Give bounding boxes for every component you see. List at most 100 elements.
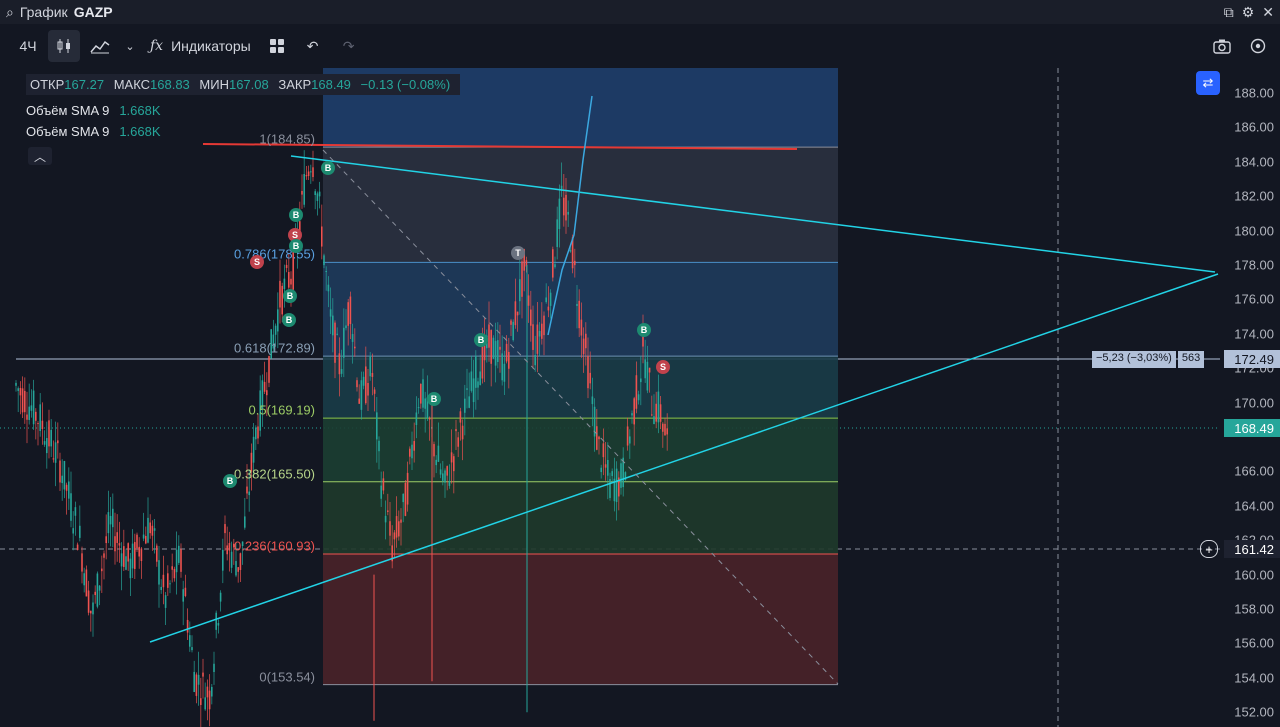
popout-icon[interactable]: ⧉ — [1224, 4, 1234, 21]
candle-body — [472, 378, 475, 403]
candle-body — [510, 320, 512, 325]
redo-icon[interactable]: ↷ — [333, 30, 365, 62]
candle-body — [637, 394, 640, 401]
candle-body — [653, 416, 655, 425]
trade-marker[interactable]: T — [511, 246, 525, 260]
crosshair-price-badge: + 161.42 — [1200, 540, 1280, 558]
candle-body — [107, 512, 110, 534]
candle-body — [54, 442, 57, 463]
buy-marker[interactable]: B — [282, 313, 296, 327]
candle-body — [604, 464, 607, 468]
candle-body — [224, 524, 226, 534]
ticker-symbol[interactable]: GAZP — [74, 4, 113, 20]
buy-marker[interactable]: B — [289, 239, 303, 253]
candles-chart-type-icon[interactable] — [48, 30, 80, 62]
candle-body — [470, 371, 473, 391]
alert-settings-icon[interactable] — [1242, 30, 1274, 62]
candle-body — [303, 174, 305, 205]
collapse-legend-button[interactable]: ︿ — [28, 147, 52, 165]
candle-body — [567, 211, 569, 215]
open-label: ОТКР — [30, 77, 65, 92]
price-tick-label: 164.00 — [1234, 498, 1274, 514]
price-axis[interactable]: 188.00 186.00 184.00 182.00 180.00 178.00 176.… — [1220, 68, 1280, 727]
candle-body — [85, 569, 88, 597]
candle-body — [57, 440, 59, 444]
settings-icon[interactable]: ⚙ — [1242, 4, 1255, 21]
candle-body — [439, 469, 442, 475]
buy-marker[interactable]: B — [474, 333, 488, 347]
candle-body — [527, 295, 530, 306]
area-chart-type-icon[interactable] — [84, 30, 116, 62]
candle-body — [457, 437, 459, 447]
candle-body — [409, 448, 411, 457]
candle-body — [591, 396, 594, 405]
price-tick-label: 166.00 — [1234, 463, 1274, 479]
close-label: ЗАКР — [278, 77, 312, 92]
candle-body — [114, 536, 116, 552]
candle-body — [279, 280, 281, 308]
candle-body — [123, 546, 125, 567]
close-value: 168.49 — [311, 77, 351, 92]
candle-body — [389, 521, 391, 536]
candle-body — [415, 412, 418, 426]
candle-body — [208, 690, 211, 710]
candle-body — [384, 515, 387, 523]
candle-body — [371, 372, 374, 377]
price-chart[interactable] — [0, 68, 1280, 727]
candle-body — [448, 480, 451, 486]
candle-body — [32, 390, 35, 425]
undo-icon[interactable]: ↶ — [297, 30, 329, 62]
candle-body — [334, 322, 336, 363]
sma-label: Объём SMA 9 — [26, 124, 110, 139]
sync-button[interactable]: ⇄ — [1196, 71, 1220, 95]
candle-body — [505, 343, 508, 362]
candle-body — [171, 566, 173, 570]
fibonacci-zones — [323, 68, 838, 686]
candle-body — [400, 519, 402, 523]
candle-body — [59, 460, 61, 483]
sma-row-1[interactable]: Объём SMA 9 1.668K — [26, 103, 460, 118]
candle-body — [461, 425, 464, 440]
camera-icon[interactable] — [1206, 30, 1238, 62]
candle-body — [285, 264, 288, 269]
candle-body — [378, 440, 380, 452]
candle-body — [340, 369, 343, 374]
candle-body — [569, 250, 572, 252]
candle-body — [437, 445, 440, 462]
buy-marker[interactable]: B — [427, 392, 441, 406]
buy-marker[interactable]: B — [321, 161, 335, 175]
close-icon[interactable]: ✕ — [1262, 4, 1274, 21]
fib-level-label: 1(184.85) — [259, 131, 315, 147]
candle-body — [644, 359, 646, 379]
candle-body — [494, 340, 497, 366]
candle-body — [336, 333, 338, 335]
candle-body — [24, 390, 26, 413]
candle-body — [662, 423, 664, 432]
layout-grid-icon[interactable] — [261, 30, 293, 62]
buy-marker[interactable]: B — [283, 289, 297, 303]
candle-body — [87, 590, 90, 613]
indicators-button[interactable]: ƒx Индикаторы — [144, 30, 257, 62]
candle-body — [554, 264, 556, 268]
candle-body — [503, 363, 506, 382]
candle-body — [68, 481, 70, 499]
interval-button[interactable]: 4Ч — [12, 30, 44, 62]
chevron-down-icon[interactable]: ⌄ — [120, 30, 140, 62]
candle-body — [17, 388, 19, 391]
candle-body — [182, 589, 184, 602]
buy-marker[interactable]: B — [637, 323, 651, 337]
candle-body — [521, 261, 523, 297]
candle-body — [329, 309, 332, 317]
search-icon[interactable]: ⌕ — [6, 4, 14, 21]
candle-body — [642, 336, 644, 347]
candle-body — [26, 414, 28, 420]
buy-marker[interactable]: B — [223, 474, 237, 488]
sell-marker[interactable]: S — [656, 360, 670, 374]
add-alert-icon[interactable]: + — [1200, 540, 1218, 558]
sell-marker[interactable]: S — [250, 255, 264, 269]
candle-body — [134, 542, 136, 569]
buy-marker[interactable]: B — [289, 208, 303, 222]
candle-body — [640, 378, 642, 383]
candle-body — [43, 441, 46, 445]
candle-body — [558, 198, 561, 230]
